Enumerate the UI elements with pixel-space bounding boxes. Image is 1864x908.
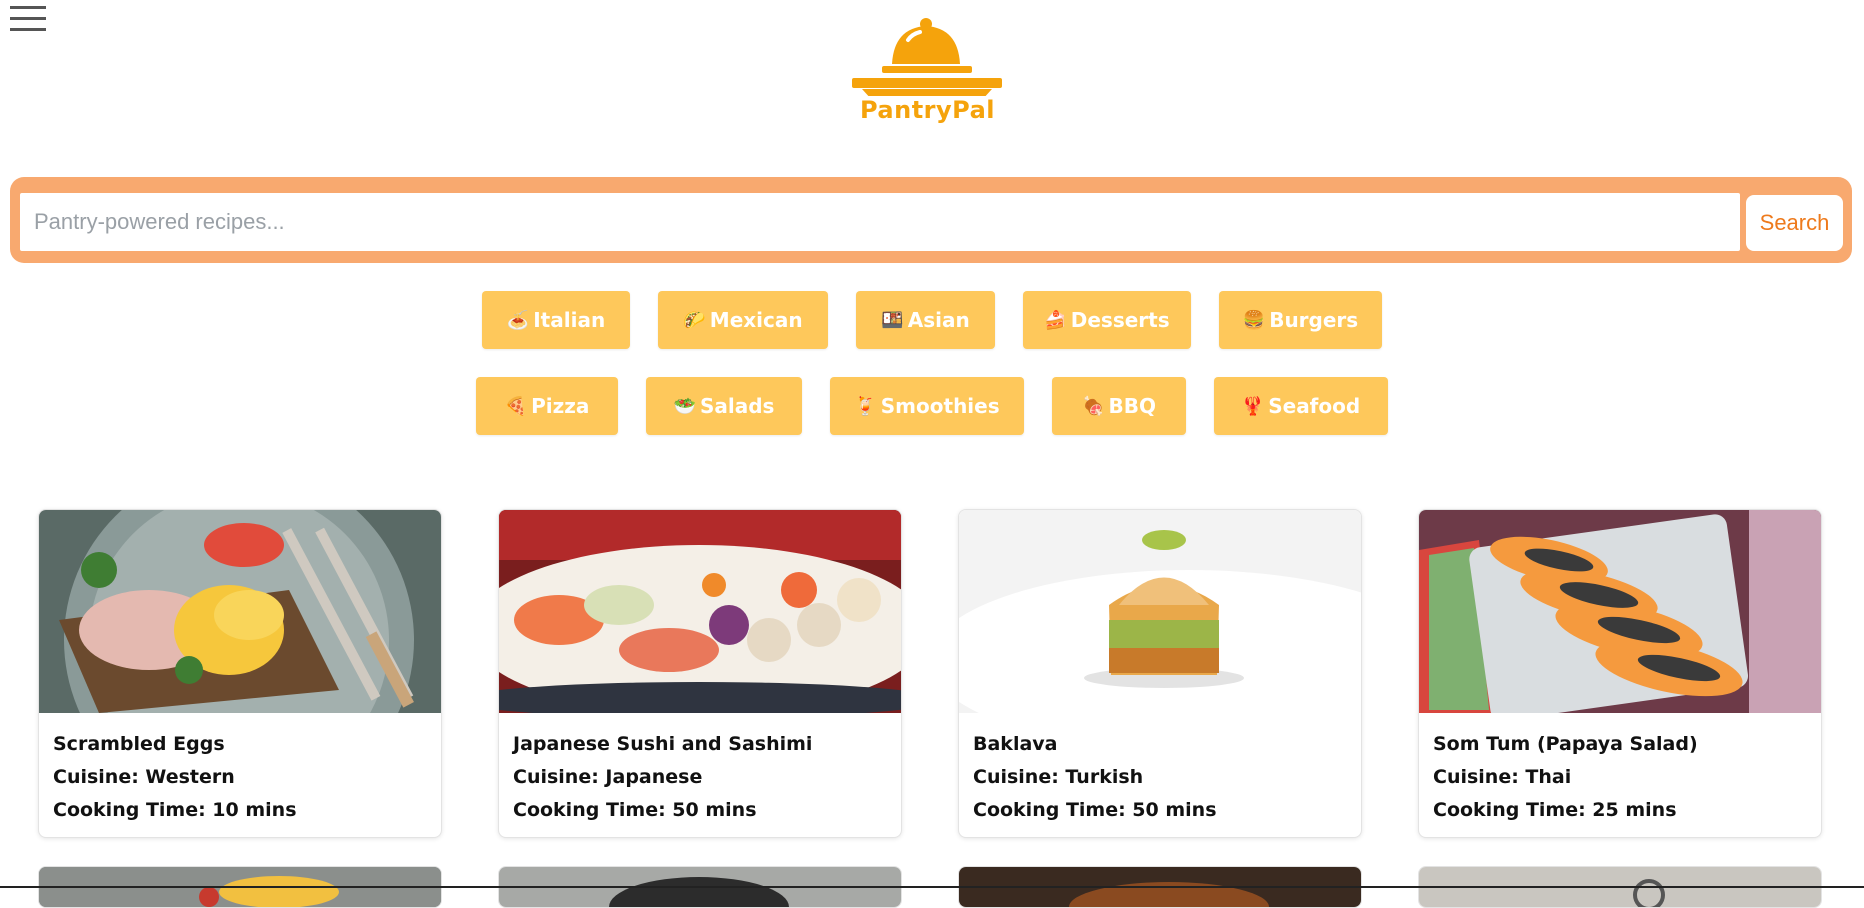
recipe-info: Baklava Cuisine: Turkish Cooking Time: 5… [973,728,1353,827]
recipe-title: Japanese Sushi and Sashimi [513,733,813,755]
recipe-cuisine: Cuisine: Western [53,766,235,788]
category-label: Desserts [1070,308,1170,332]
category-label: Asian [907,308,970,332]
category-label: BBQ [1108,394,1156,418]
recipe-card[interactable]: Som Tum (Papaya Salad) Cuisine: Thai Coo… [1418,509,1822,838]
recipe-time: Cooking Time: 50 mins [513,799,757,821]
brand-name: PantryPal [859,96,996,124]
pizza-icon: 🍕 [504,395,528,417]
cake-icon: 🍰 [1044,309,1067,331]
category-pizza-button[interactable]: 🍕 Pizza [476,377,618,435]
bento-icon: 🍱 [881,309,904,331]
category-desserts-button[interactable]: 🍰 Desserts [1023,291,1191,349]
category-bbq-button[interactable]: 🍖 BBQ [1052,377,1186,435]
category-italian-button[interactable]: 🍝 Italian [482,291,630,349]
category-label: Seafood [1268,394,1361,418]
category-mexican-button[interactable]: 🌮 Mexican [658,291,828,349]
category-smoothies-button[interactable]: 🍹 Smoothies [830,377,1024,435]
recipe-info: Scrambled Eggs Cuisine: Western Cooking … [53,728,433,827]
category-seafood-button[interactable]: 🦞 Seafood [1214,377,1388,435]
category-row-1: 🍝 Italian 🌮 Mexican 🍱 Asian 🍰 Desserts 🍔… [0,291,1864,349]
recipe-cuisine: Cuisine: Japanese [513,766,703,788]
recipe-time: Cooking Time: 10 mins [53,799,297,821]
brand-logo[interactable]: PantryPal [850,16,1005,126]
tropical-drink-icon: 🍹 [854,395,877,417]
search-button[interactable]: Search [1746,195,1843,251]
category-label: Mexican [709,308,803,332]
recipe-info: Japanese Sushi and Sashimi Cuisine: Japa… [513,728,893,827]
recipe-title: Baklava [973,733,1058,755]
cloche-icon [852,18,1002,100]
category-row-2: 🍕 Pizza 🥗 Salads 🍹 Smoothies 🍖 BBQ 🦞 Sea… [0,377,1864,435]
burger-icon: 🍔 [1242,309,1266,331]
category-label: Burgers [1269,308,1359,332]
hamburger-menu-icon[interactable] [8,2,48,32]
category-burgers-button[interactable]: 🍔 Burgers [1219,291,1382,349]
sushi-platter-photo[interactable] [499,510,901,713]
lobster-icon: 🦞 [1241,395,1265,417]
meat-icon: 🍖 [1082,395,1105,417]
taco-icon: 🌮 [683,309,706,331]
recipe-card[interactable]: Japanese Sushi and Sashimi Cuisine: Japa… [498,509,902,838]
search-input[interactable] [20,193,1740,251]
recipe-title: Scrambled Eggs [53,733,225,755]
recipe-card[interactable]: Scrambled Eggs Cuisine: Western Cooking … [38,509,442,838]
recipe-time: Cooking Time: 50 mins [973,799,1217,821]
scrambled-eggs-photo[interactable] [39,510,441,713]
papaya-photo[interactable] [1419,510,1821,713]
category-label: Salads [699,394,775,418]
salad-icon: 🥗 [673,395,696,417]
recipe-time: Cooking Time: 25 mins [1433,799,1677,821]
baklava-photo[interactable] [959,510,1361,713]
recipe-info: Som Tum (Papaya Salad) Cuisine: Thai Coo… [1433,728,1813,827]
category-label: Smoothies [880,394,1000,418]
recipe-card[interactable]: Baklava Cuisine: Turkish Cooking Time: 5… [958,509,1362,838]
recipe-cuisine: Cuisine: Turkish [973,766,1144,788]
category-salads-button[interactable]: 🥗 Salads [646,377,802,435]
pasta-icon: 🍝 [506,309,530,331]
search-bar: Search [10,177,1852,263]
category-asian-button[interactable]: 🍱 Asian [856,291,995,349]
category-label: Italian [533,308,606,332]
recipe-cuisine: Cuisine: Thai [1433,766,1572,788]
category-label: Pizza [531,394,590,418]
recipe-title: Som Tum (Papaya Salad) [1433,733,1698,755]
